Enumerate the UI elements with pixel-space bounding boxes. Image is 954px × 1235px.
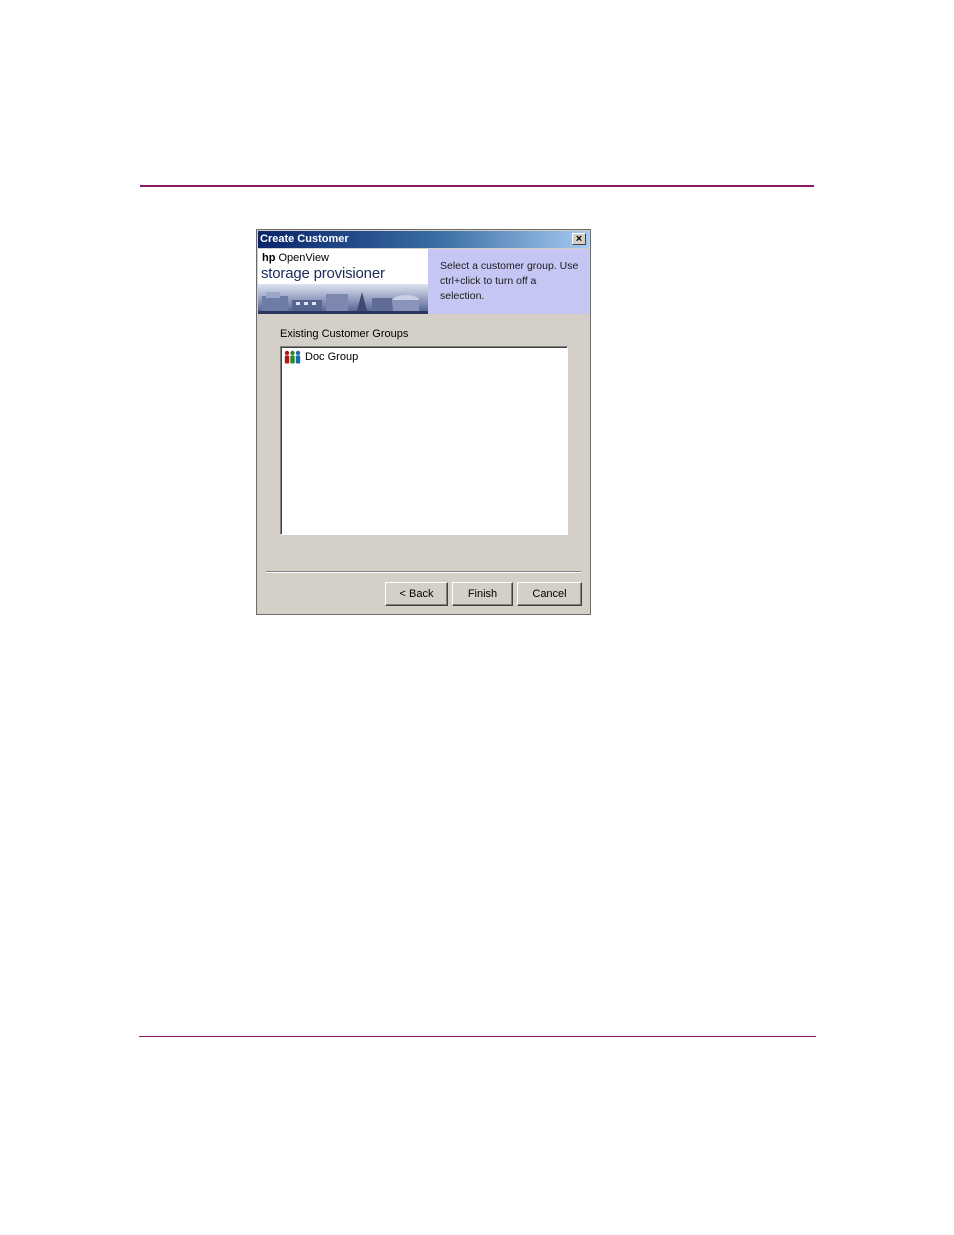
- cancel-button[interactable]: Cancel: [517, 582, 582, 606]
- customer-groups-list[interactable]: Doc Group: [280, 346, 568, 535]
- logo-brand: hp OpenView: [262, 252, 330, 264]
- close-icon: ×: [575, 233, 583, 245]
- header-rule: [140, 185, 814, 187]
- create-customer-dialog: Create Customer × hp OpenView storage pro…: [256, 229, 591, 615]
- dialog-title: Create Customer: [260, 233, 349, 245]
- finish-button[interactable]: Finish: [452, 582, 513, 606]
- dialog-banner: hp OpenView storage provisioner Select a…: [258, 249, 589, 314]
- logo-product-name: storage provisioner: [261, 265, 385, 282]
- dialog-titlebar[interactable]: Create Customer ×: [258, 231, 589, 248]
- footer-rule: [139, 1036, 816, 1037]
- instructions-panel: Select a customer group. Use ctrl+click …: [428, 249, 589, 314]
- datacenter-illustration-icon: [258, 284, 428, 314]
- hp-openview-logo: hp OpenView storage provisioner: [258, 249, 428, 314]
- list-item[interactable]: Doc Group: [283, 349, 358, 365]
- list-item-label: Doc Group: [305, 351, 359, 363]
- button-separator: [266, 571, 581, 573]
- back-button[interactable]: < Back: [385, 582, 448, 606]
- existing-groups-label: Existing Customer Groups: [280, 328, 409, 340]
- close-button[interactable]: ×: [572, 233, 586, 245]
- instructions-text: Select a customer group. Use ctrl+click …: [440, 260, 579, 302]
- user-group-icon: [284, 350, 301, 364]
